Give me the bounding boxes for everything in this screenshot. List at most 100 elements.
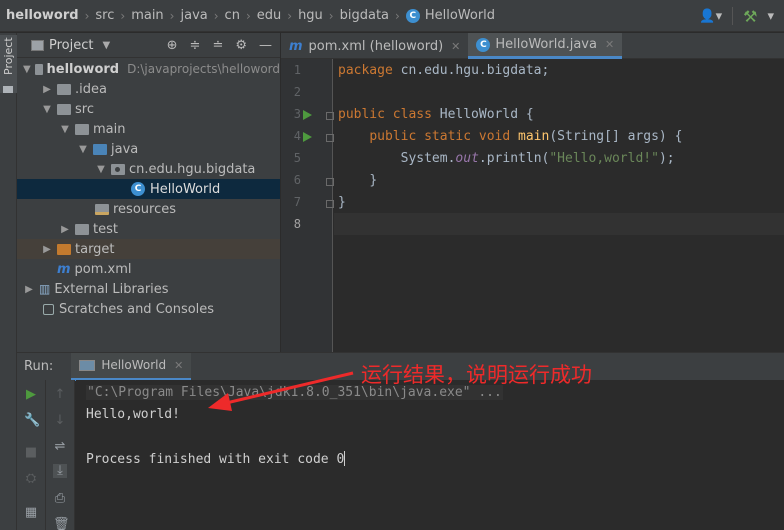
breadcrumb-item-cn[interactable]: cn [225,8,240,23]
fold-icon[interactable] [326,200,334,208]
breadcrumb-item-java[interactable]: java [180,8,207,23]
layout-icon[interactable]: ▦ [24,506,38,520]
tree-item-resources[interactable]: resources [17,199,280,219]
chevron-right-icon[interactable]: ▶ [41,244,53,255]
project-panel-title[interactable]: Project [49,38,93,53]
tree-item-label: .idea [75,81,107,97]
excluded-folder-icon [57,243,71,255]
chevron-right-icon[interactable]: ▶ [41,84,53,95]
down-arrow-icon[interactable]: ↓ [53,414,67,428]
gear-icon[interactable]: ⚙ [235,38,247,53]
user-icon[interactable]: 👤▾ [699,9,722,24]
left-tool-strip: Project [0,33,17,530]
run-toolbar-secondary: ↑ ↓ ⇌ ⤓ ⎙ 🗑 [46,380,75,530]
chevron-down-icon[interactable]: ▼ [77,144,89,155]
scroll-to-end-icon[interactable]: ⤓ [53,464,67,478]
wrench-icon[interactable]: 🔧 [24,414,40,428]
tree-item-idea[interactable]: ▶ .idea [17,79,280,99]
tree-item-label: test [93,221,118,237]
console-icon [79,359,96,371]
chevron-down-icon[interactable]: ▼ [41,104,53,115]
libraries-icon: ▥ [39,282,50,296]
build-hammer-icon[interactable]: ⚒ [743,7,757,26]
tree-item-src[interactable]: ▼ src [17,99,280,119]
project-tree: ▼ helloword D:\javaprojects\helloword ▶ … [17,58,280,352]
tree-item-package[interactable]: ▼ cn.edu.hgu.bigdata [17,159,280,179]
run-gutter-icon[interactable] [303,132,312,142]
up-arrow-icon[interactable]: ↑ [53,388,67,402]
editor-tabs: m pom.xml (helloword) ✕ C HelloWorld.jav… [281,33,784,59]
tree-item-label: target [75,241,115,257]
fold-icon[interactable] [326,134,334,142]
resources-folder-icon [95,203,109,215]
tab-pom[interactable]: m pom.xml (helloword) ✕ [281,33,468,59]
tree-item-main[interactable]: ▼ main [17,119,280,139]
folder-icon [3,86,13,93]
breadcrumb-item-main[interactable]: main [131,8,163,23]
breadcrumb-item-project[interactable]: helloword [6,8,79,23]
tree-item-label: HelloWorld [150,181,221,197]
chevron-down-icon[interactable]: ▼ [23,64,31,75]
project-tool-tab[interactable]: Project [0,35,17,93]
code-editor[interactable]: package cn.edu.hgu.bigdata; public class… [334,59,784,352]
annotation-text: 运行结果，说明运行成功 [361,363,592,387]
tree-item-label: cn.edu.hgu.bigdata [129,161,256,177]
breadcrumb-item-bigdata[interactable]: bigdata [340,8,389,23]
breadcrumb-item-class[interactable]: C HelloWorld [405,8,495,23]
run-config-dropdown-icon[interactable]: ▾ [767,9,774,24]
run-gutter-icon[interactable] [303,110,312,120]
trash-icon[interactable]: 🗑 [53,518,70,530]
fold-icon[interactable] [326,112,334,120]
breadcrumb-item-hgu[interactable]: hgu [298,8,323,23]
tree-item-pom[interactable]: m pom.xml [17,259,280,279]
chevron-right-icon[interactable]: ▶ [23,284,35,295]
breadcrumb-item-edu[interactable]: edu [257,8,282,23]
collapse-all-icon[interactable]: ≐ [212,38,223,53]
folder-icon [75,223,89,235]
chevron-down-icon[interactable]: ▼ [102,40,110,51]
close-icon[interactable]: ✕ [451,40,460,53]
class-icon: C [476,37,491,52]
close-icon[interactable]: ✕ [605,38,614,51]
tab-label: HelloWorld.java [495,37,597,52]
breadcrumb-separator: › [120,8,126,23]
minimize-icon[interactable]: — [259,38,272,53]
tree-item-external-libraries[interactable]: ▶ ▥ External Libraries [17,279,280,299]
folder-icon [34,63,43,75]
chevron-right-icon[interactable]: ▶ [59,224,71,235]
soft-wrap-icon[interactable]: ⇌ [53,440,67,454]
tree-item-java[interactable]: ▼ java [17,139,280,159]
tree-item-label: External Libraries [54,281,169,297]
tree-item-label: pom.xml [74,261,132,277]
tab-helloworld[interactable]: C HelloWorld.java ✕ [468,33,623,59]
project-panel-header: Project ▼ ⊕ ≑ ≐ ⚙ — [17,33,280,58]
code-line: public static void main(String[] args) { [369,129,683,144]
editor-gutter: 1 2 3 4 5 6 7 8 [281,59,334,352]
folder-icon [75,123,89,135]
chevron-down-icon[interactable]: ▼ [95,164,107,175]
line-number: 5 [293,151,301,165]
print-icon[interactable]: ⎙ [53,492,67,506]
run-tab-helloworld[interactable]: HelloWorld ✕ [71,352,192,381]
expand-all-icon[interactable]: ≑ [190,38,201,53]
chevron-down-icon[interactable]: ▼ [59,124,71,135]
fold-icon[interactable] [326,178,334,186]
tree-item-scratches[interactable]: Scratches and Consoles [17,299,280,319]
console-output[interactable]: "C:\Program Files\Java\jdk1.8.0_351\bin\… [76,380,784,530]
project-view-icon [31,39,44,51]
code-line: System.out.println("Hello,world!"); [400,151,675,166]
stop-icon[interactable]: ■ [24,446,38,460]
tree-item-target[interactable]: ▶ target [17,239,280,259]
breadcrumb-item-src[interactable]: src [95,8,114,23]
rerun-icon[interactable]: ▶ [24,388,38,402]
tree-item-helloworld[interactable]: C HelloWorld [17,179,280,199]
camera-icon[interactable]: ⛭ [24,472,38,486]
tree-item-test[interactable]: ▶ test [17,219,280,239]
close-icon[interactable]: ✕ [174,359,183,372]
tree-item-root[interactable]: ▼ helloword D:\javaprojects\helloword [17,59,280,79]
breadcrumb-separator: › [328,8,334,23]
project-panel-tools: ⊕ ≑ ≐ ⚙ — [167,38,280,53]
locate-target-icon[interactable]: ⊕ [167,38,178,53]
line-number: 2 [293,85,301,99]
breadcrumb-separator: › [245,8,251,23]
